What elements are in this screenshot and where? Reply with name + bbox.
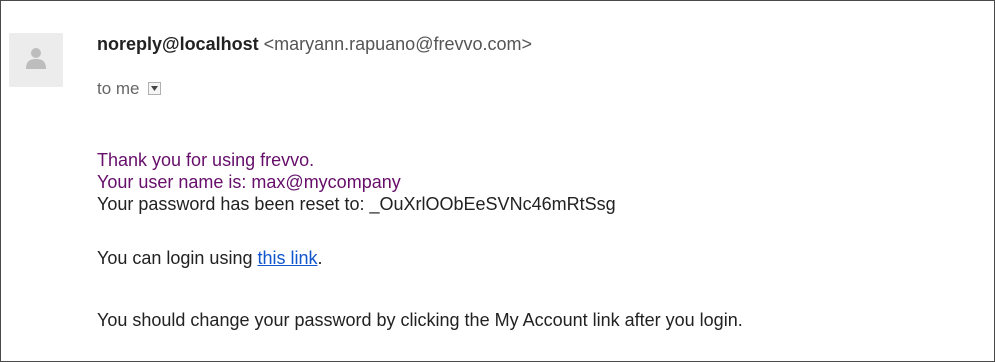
message-line-username: Your user name is: max@mycompany bbox=[97, 172, 401, 192]
message-line-thanks: Thank you for using frevvo. bbox=[97, 150, 315, 170]
chevron-down-icon bbox=[151, 86, 159, 91]
message-line-login: You can login using this link. bbox=[97, 247, 323, 269]
login-link[interactable]: this link bbox=[257, 248, 317, 268]
sender-name[interactable]: noreply@localhost bbox=[97, 34, 259, 54]
message-line-password: Your password has been reset to: _OuXrlO… bbox=[97, 194, 616, 214]
recipient-details-button[interactable] bbox=[148, 82, 162, 95]
email-message: noreply@localhost <maryann.rapuano@frevv… bbox=[0, 0, 995, 362]
login-prefix: You can login using bbox=[97, 248, 258, 268]
sender-line: noreply@localhost <maryann.rapuano@frevv… bbox=[97, 34, 532, 55]
person-icon bbox=[26, 48, 46, 69]
sender-avatar bbox=[9, 33, 63, 87]
login-suffix: . bbox=[317, 248, 323, 268]
sender-email: <maryann.rapuano@frevvo.com> bbox=[263, 34, 533, 54]
message-line-change-password: You should change your password by click… bbox=[97, 310, 743, 330]
recipient-label: to me bbox=[97, 79, 140, 98]
recipient-line: to me bbox=[97, 79, 162, 99]
